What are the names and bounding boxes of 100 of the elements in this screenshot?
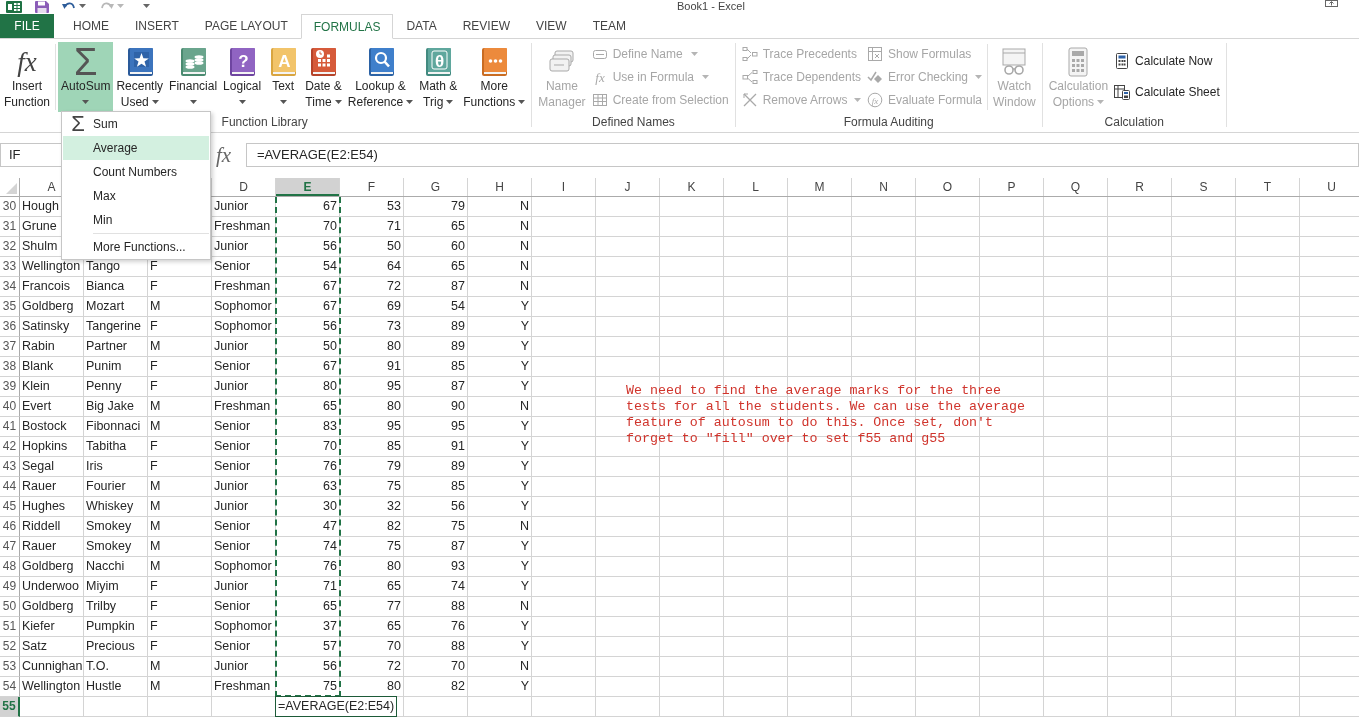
column-header[interactable]: P bbox=[980, 178, 1043, 196]
row-header[interactable]: 35 bbox=[0, 297, 20, 317]
row-header[interactable]: 53 bbox=[0, 657, 20, 677]
fx-icon[interactable]: fx bbox=[216, 143, 238, 167]
table-cell-text: Goldberg bbox=[21, 558, 75, 575]
menu-item[interactable]: More Functions... bbox=[63, 235, 209, 259]
ribbon-tab[interactable]: VIEW bbox=[523, 14, 580, 38]
date-time-button[interactable]: Date & Time bbox=[302, 42, 345, 112]
ribbon-tab[interactable]: HOME bbox=[60, 14, 122, 38]
table-cell-text: 95 bbox=[386, 418, 402, 435]
recently-used-button[interactable]: Recently Used bbox=[113, 42, 167, 112]
calculate-now-button[interactable]: Calculate Now bbox=[1111, 49, 1223, 73]
row-header[interactable]: 52 bbox=[0, 637, 20, 657]
ribbon-tab[interactable]: REVIEW bbox=[449, 14, 523, 38]
column-header[interactable]: N bbox=[852, 178, 915, 196]
row-header[interactable]: 41 bbox=[0, 417, 20, 437]
table-cell-text: 95 bbox=[450, 418, 466, 435]
lookup-reference-button[interactable]: Lookup & Reference bbox=[344, 42, 417, 112]
row-header[interactable]: 34 bbox=[0, 277, 20, 297]
column-header[interactable]: L bbox=[724, 178, 787, 196]
ribbon-tab[interactable]: TEAM bbox=[579, 14, 639, 38]
menu-item[interactable]: Count Numbers bbox=[63, 160, 209, 184]
table-cell-text: 80 bbox=[386, 338, 402, 355]
cell-editor[interactable]: =AVERAGE(E2:E54) bbox=[275, 696, 398, 717]
calculate-sheet-button[interactable]: Calculate Sheet bbox=[1111, 80, 1223, 104]
file-tab[interactable]: FILE bbox=[0, 14, 54, 38]
row-header[interactable]: 40 bbox=[0, 397, 20, 417]
column-header[interactable]: F bbox=[340, 178, 403, 196]
autosum-button[interactable]: Σ AutoSum bbox=[58, 42, 114, 112]
column-header[interactable]: S bbox=[1172, 178, 1235, 196]
ribbon-tab[interactable]: FORMULAS bbox=[300, 14, 394, 39]
table-cell-text: 82 bbox=[386, 518, 402, 535]
row-header[interactable]: 51 bbox=[0, 617, 20, 637]
column-header[interactable]: H bbox=[468, 178, 531, 196]
ribbon-tab[interactable]: INSERT bbox=[122, 14, 192, 38]
column-header[interactable]: K bbox=[660, 178, 723, 196]
menu-item[interactable]: Σ Sum bbox=[63, 112, 209, 136]
logical-button[interactable]: ? Logical bbox=[220, 42, 265, 112]
table-cell-text: 30 bbox=[322, 498, 338, 515]
row-header[interactable]: 31 bbox=[0, 217, 20, 237]
table-cell-text: 72 bbox=[386, 658, 402, 675]
column-header[interactable]: T bbox=[1236, 178, 1299, 196]
table-cell-text: Senior bbox=[213, 638, 252, 655]
table-cell-text: 88 bbox=[450, 638, 466, 655]
column-header[interactable]: U bbox=[1300, 178, 1359, 196]
row-header[interactable]: 42 bbox=[0, 437, 20, 457]
row-header[interactable]: 43 bbox=[0, 457, 20, 477]
table-cell-text: Nacchi bbox=[85, 558, 126, 575]
table-cell-text: Y bbox=[519, 418, 530, 435]
row-header[interactable]: 55 bbox=[0, 697, 20, 717]
calculator-icon bbox=[1114, 53, 1131, 70]
row-header[interactable]: 47 bbox=[0, 537, 20, 557]
row-header[interactable]: 36 bbox=[0, 317, 20, 337]
row-header[interactable]: 30 bbox=[0, 197, 20, 217]
financial-button[interactable]: Financial bbox=[166, 42, 221, 112]
table-cell-text: 65 bbox=[386, 618, 402, 635]
row-header[interactable]: 49 bbox=[0, 577, 20, 597]
row-header[interactable]: 46 bbox=[0, 517, 20, 537]
table-cell-text: Trilby bbox=[85, 598, 118, 615]
row-header[interactable]: 39 bbox=[0, 377, 20, 397]
table-cell-text: Senior bbox=[213, 438, 252, 455]
row-header[interactable]: 48 bbox=[0, 557, 20, 577]
row-header[interactable]: 37 bbox=[0, 337, 20, 357]
row-header[interactable]: 45 bbox=[0, 497, 20, 517]
ribbon-tab[interactable]: PAGE LAYOUT bbox=[191, 14, 301, 38]
column-header[interactable]: M bbox=[788, 178, 851, 196]
column-header[interactable]: E bbox=[276, 178, 339, 196]
table-cell-text: 80 bbox=[322, 378, 338, 395]
group-label: Formula Auditing bbox=[843, 114, 934, 131]
row-header[interactable]: 33 bbox=[0, 257, 20, 277]
table-cell-text: 95 bbox=[386, 378, 402, 395]
fx-circle-icon: fx bbox=[866, 91, 883, 108]
column-header[interactable]: J bbox=[596, 178, 659, 196]
more-functions-button[interactable]: More Functions bbox=[460, 42, 529, 112]
column-header[interactable]: O bbox=[916, 178, 979, 196]
table-cell-text: M bbox=[149, 678, 162, 695]
insert-function-button[interactable]: fx Insert Function bbox=[1, 42, 54, 112]
window-title: Book1 - Excel bbox=[677, 0, 745, 12]
row-header[interactable]: 38 bbox=[0, 357, 20, 377]
menu-item[interactable]: Average bbox=[63, 136, 209, 160]
column-header[interactable]: R bbox=[1108, 178, 1171, 196]
row-header[interactable]: 50 bbox=[0, 597, 20, 617]
table-cell-text: Y bbox=[519, 378, 530, 395]
row-header[interactable]: 32 bbox=[0, 237, 20, 257]
formula-field[interactable]: =AVERAGE(E2:E54) bbox=[246, 143, 1359, 167]
table-cell-text: M bbox=[149, 498, 162, 515]
row-header[interactable]: 44 bbox=[0, 477, 20, 497]
menu-item[interactable]: Min bbox=[63, 208, 209, 232]
text-button[interactable]: A Text bbox=[264, 42, 303, 112]
column-header[interactable]: Q bbox=[1044, 178, 1107, 196]
column-header[interactable]: G bbox=[404, 178, 467, 196]
table-icon bbox=[591, 91, 608, 108]
ribbon-tab[interactable]: DATA bbox=[393, 14, 450, 38]
math-trig-button[interactable]: θ Math & Trig bbox=[416, 42, 461, 112]
column-header[interactable]: I bbox=[532, 178, 595, 196]
table-cell-text: Freshman bbox=[213, 398, 272, 415]
menu-item[interactable]: Max bbox=[63, 184, 209, 208]
table-cell-text: 60 bbox=[450, 238, 466, 255]
column-header[interactable]: D bbox=[212, 178, 275, 196]
group-label: Defined Names bbox=[592, 114, 675, 131]
